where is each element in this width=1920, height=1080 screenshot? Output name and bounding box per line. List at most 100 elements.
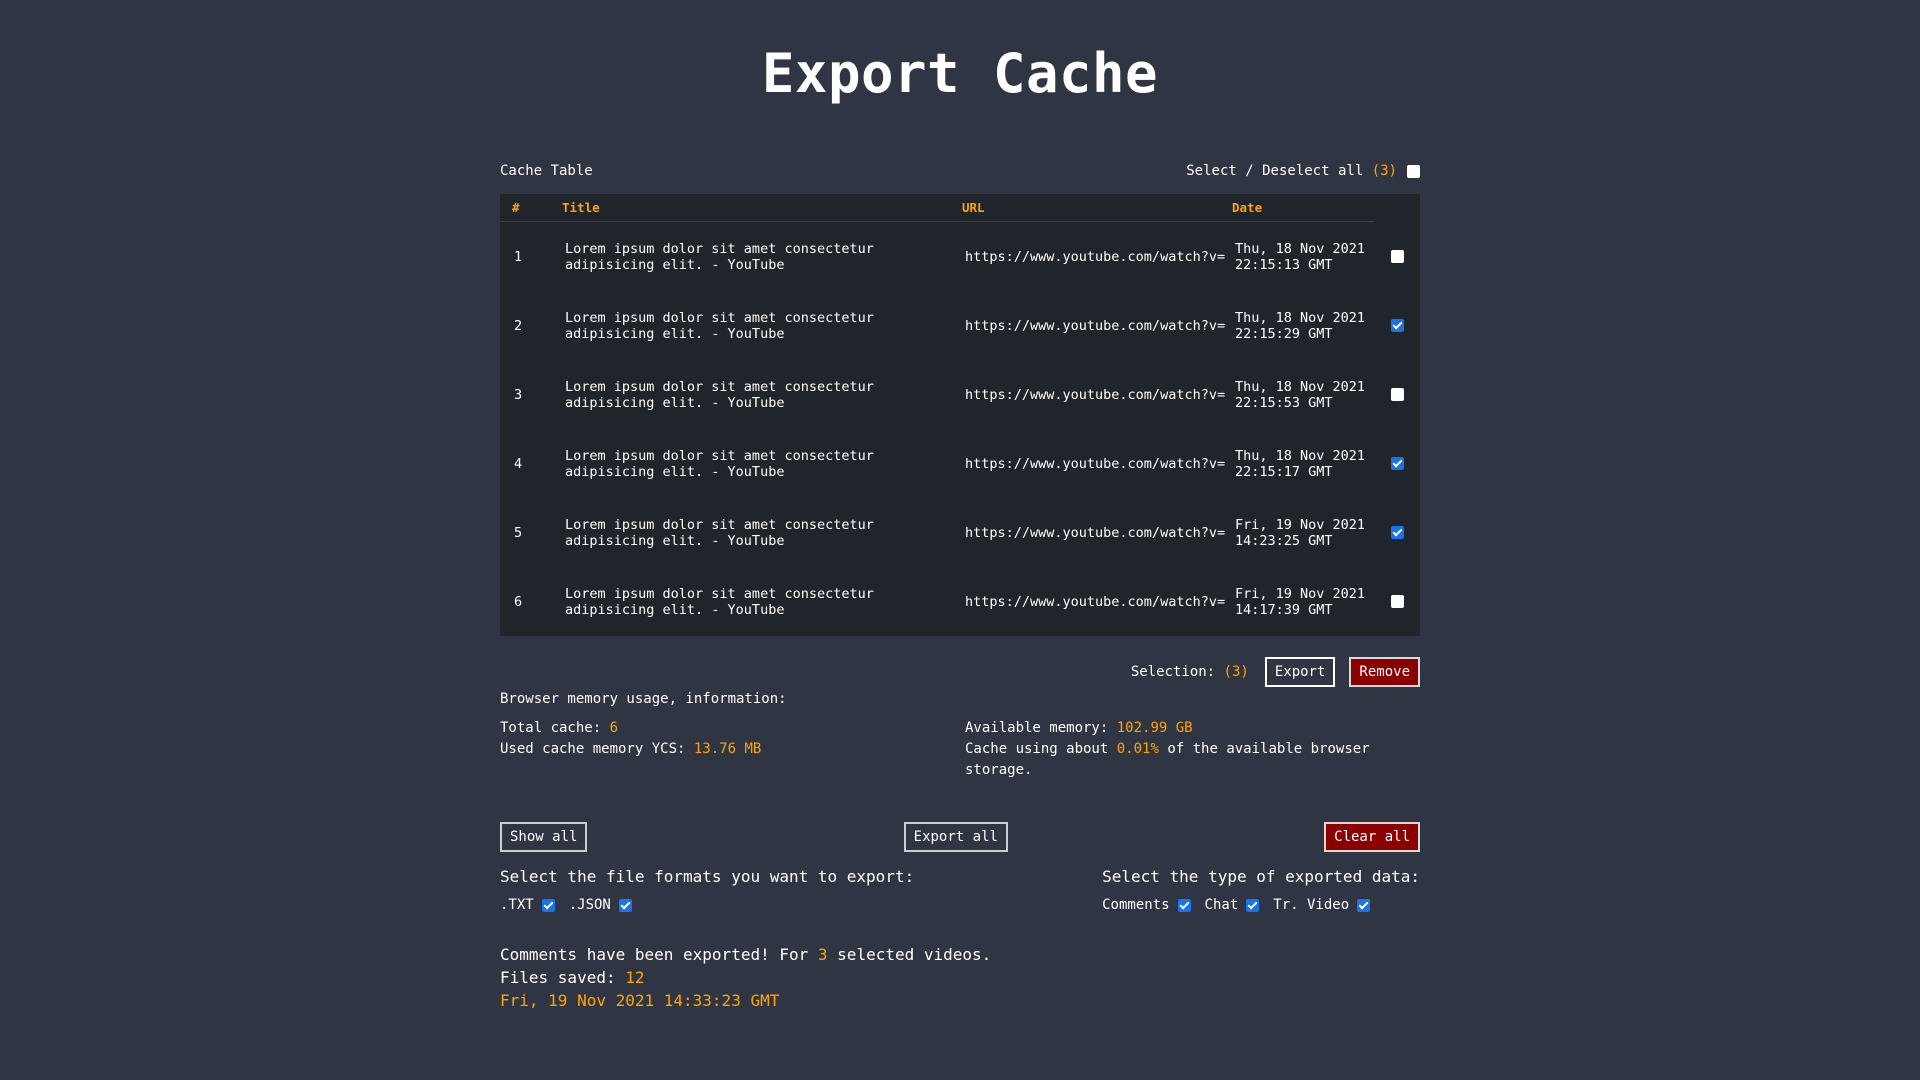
row-date: Fri, 19 Nov 2021 14:17:39 GMT — [1235, 585, 1366, 618]
clear-all-button[interactable]: Clear all — [1324, 822, 1420, 852]
row-title: Lorem ipsum dolor sit amet consectetur a… — [565, 516, 874, 549]
row-num: 5 — [514, 524, 523, 541]
row-num: 2 — [514, 317, 523, 334]
format-txt-checkbox[interactable] — [541, 898, 555, 912]
row-title: Lorem ipsum dolor sit amet consectetur a… — [565, 447, 874, 480]
used-memory-line: Used cache memory YCS: 13.76 MB — [500, 739, 965, 760]
status-timestamp: Fri, 19 Nov 2021 14:33:23 GMT — [500, 991, 780, 1010]
data-types-title: Select the type of exported data: — [1102, 867, 1420, 886]
select-all-label: Select / Deselect all — [1186, 163, 1364, 179]
format-json-checkbox[interactable] — [618, 898, 632, 912]
row-num: 1 — [514, 248, 523, 265]
select-all-count: (3) — [1371, 163, 1397, 179]
table-row: 1 Lorem ipsum dolor sit amet consectetur… — [500, 222, 1420, 291]
selection-bar: Selection: (3) Export Remove — [500, 656, 1420, 688]
row-title: Lorem ipsum dolor sit amet consectetur a… — [565, 309, 874, 342]
storage-usage-prefix: Cache using about — [965, 741, 1109, 757]
row-num: 6 — [514, 593, 523, 610]
storage-usage-value: 0.01% — [1116, 741, 1159, 757]
cache-table-header: Cache Table Select / Deselect all (3) — [500, 158, 1420, 184]
main-container: Cache Table Select / Deselect all (3) # … — [500, 158, 1420, 1012]
data-type-chat[interactable]: Chat — [1205, 897, 1260, 913]
actions-bar: Show all Export all Clear all — [500, 821, 1420, 853]
row-num: 3 — [514, 386, 523, 403]
col-header-url: URL — [962, 199, 985, 215]
row-date: Thu, 18 Nov 2021 22:15:17 GMT — [1235, 447, 1366, 480]
row-num: 4 — [514, 455, 523, 472]
remove-selection-button[interactable]: Remove — [1349, 657, 1420, 687]
status-prefix: Comments have been exported! For — [500, 945, 809, 964]
export-status: Comments have been exported! For 3 selec… — [500, 943, 1420, 1012]
row-url: https://www.youtube.com/watch?v= — [965, 386, 1226, 403]
format-option-txt[interactable]: .TXT — [500, 897, 555, 913]
row-date: Fri, 19 Nov 2021 14:23:25 GMT — [1235, 516, 1366, 549]
row-date: Thu, 18 Nov 2021 22:15:13 GMT — [1235, 240, 1366, 273]
memory-info-title: Browser memory usage, information: — [500, 691, 787, 707]
data-type-label: Comments — [1102, 897, 1170, 913]
files-saved-value: 12 — [625, 968, 645, 987]
table-header-row: # Title URL Date — [500, 194, 1374, 222]
table-row: 3 Lorem ipsum dolor sit amet consectetur… — [500, 360, 1420, 429]
col-header-title: Title — [562, 199, 600, 215]
selection-count: (3) — [1223, 664, 1249, 680]
used-memory-value: 13.76 MB — [693, 741, 762, 757]
row-checkbox[interactable] — [1390, 457, 1404, 470]
row-url: https://www.youtube.com/watch?v= — [965, 317, 1226, 334]
data-type-label: Chat — [1204, 897, 1239, 913]
cache-table: # Title URL Date 1 Lorem ipsum dolor sit… — [500, 194, 1420, 636]
row-checkbox[interactable] — [1390, 388, 1404, 401]
used-memory-label: Used cache memory YCS: — [500, 741, 686, 757]
show-all-button[interactable]: Show all — [500, 822, 588, 852]
format-option-json[interactable]: .JSON — [569, 897, 632, 913]
export-options: Select the file formats you want to expo… — [500, 867, 1420, 913]
row-title: Lorem ipsum dolor sit amet consectetur a… — [565, 378, 874, 411]
chat-checkbox[interactable] — [1246, 898, 1260, 912]
format-option-label: .TXT — [500, 897, 534, 913]
row-url: https://www.youtube.com/watch?v= — [965, 455, 1226, 472]
comments-checkbox[interactable] — [1177, 898, 1191, 912]
status-suffix: selected videos. — [837, 945, 992, 964]
row-checkbox[interactable] — [1390, 250, 1404, 263]
table-row: 6 Lorem ipsum dolor sit amet consectetur… — [500, 567, 1420, 636]
row-title: Lorem ipsum dolor sit amet consectetur a… — [565, 240, 874, 273]
data-type-tr-video[interactable]: Tr. Video — [1273, 897, 1371, 913]
table-row: 2 Lorem ipsum dolor sit amet consectetur… — [500, 291, 1420, 360]
row-url: https://www.youtube.com/watch?v= — [965, 248, 1226, 265]
total-cache-line: Total cache: 6 — [500, 718, 965, 739]
export-cache-page: Export Cache Cache Table Select / Desele… — [0, 0, 1920, 1080]
tr-video-checkbox[interactable] — [1357, 898, 1371, 912]
storage-usage-line: Cache using about 0.01% of the available… — [965, 739, 1420, 781]
files-saved-line: Files saved: 12 — [500, 966, 1420, 989]
data-types-section: Select the type of exported data: Commen… — [1102, 867, 1420, 913]
files-saved-label: Files saved: — [500, 968, 616, 987]
col-header-num: # — [512, 200, 520, 215]
total-cache-value: 6 — [609, 720, 619, 736]
row-url: https://www.youtube.com/watch?v= — [965, 524, 1226, 541]
available-memory-label: Available memory: — [965, 720, 1109, 736]
cache-table-label: Cache Table — [500, 163, 593, 179]
row-title: Lorem ipsum dolor sit amet consectetur a… — [565, 585, 874, 618]
row-checkbox[interactable] — [1390, 526, 1404, 539]
export-all-button[interactable]: Export all — [903, 822, 1008, 852]
row-date: Thu, 18 Nov 2021 22:15:29 GMT — [1235, 309, 1366, 342]
row-url: https://www.youtube.com/watch?v= — [965, 593, 1226, 610]
format-option-label: .JSON — [568, 897, 611, 913]
page-title: Export Cache — [761, 42, 1159, 105]
memory-info: Total cache: 6 Used cache memory YCS: 13… — [500, 718, 1420, 781]
row-checkbox[interactable] — [1390, 319, 1404, 332]
available-memory-line: Available memory: 102.99 GB — [965, 718, 1420, 739]
table-row: 4 Lorem ipsum dolor sit amet consectetur… — [500, 429, 1420, 498]
file-formats-title: Select the file formats you want to expo… — [500, 867, 915, 886]
col-header-date: Date — [1232, 199, 1263, 215]
export-selection-button[interactable]: Export — [1264, 657, 1336, 687]
table-row: 5 Lorem ipsum dolor sit amet consectetur… — [500, 498, 1420, 567]
select-all-checkbox[interactable] — [1407, 164, 1420, 178]
selection-label: Selection: — [1130, 664, 1216, 680]
row-checkbox[interactable] — [1390, 595, 1404, 608]
row-date: Thu, 18 Nov 2021 22:15:53 GMT — [1235, 378, 1366, 411]
total-cache-label: Total cache: — [500, 720, 602, 736]
data-type-comments[interactable]: Comments — [1102, 897, 1191, 913]
available-memory-value: 102.99 GB — [1116, 720, 1193, 736]
data-type-label: Tr. Video — [1273, 897, 1350, 913]
file-formats-section: Select the file formats you want to expo… — [500, 867, 914, 913]
